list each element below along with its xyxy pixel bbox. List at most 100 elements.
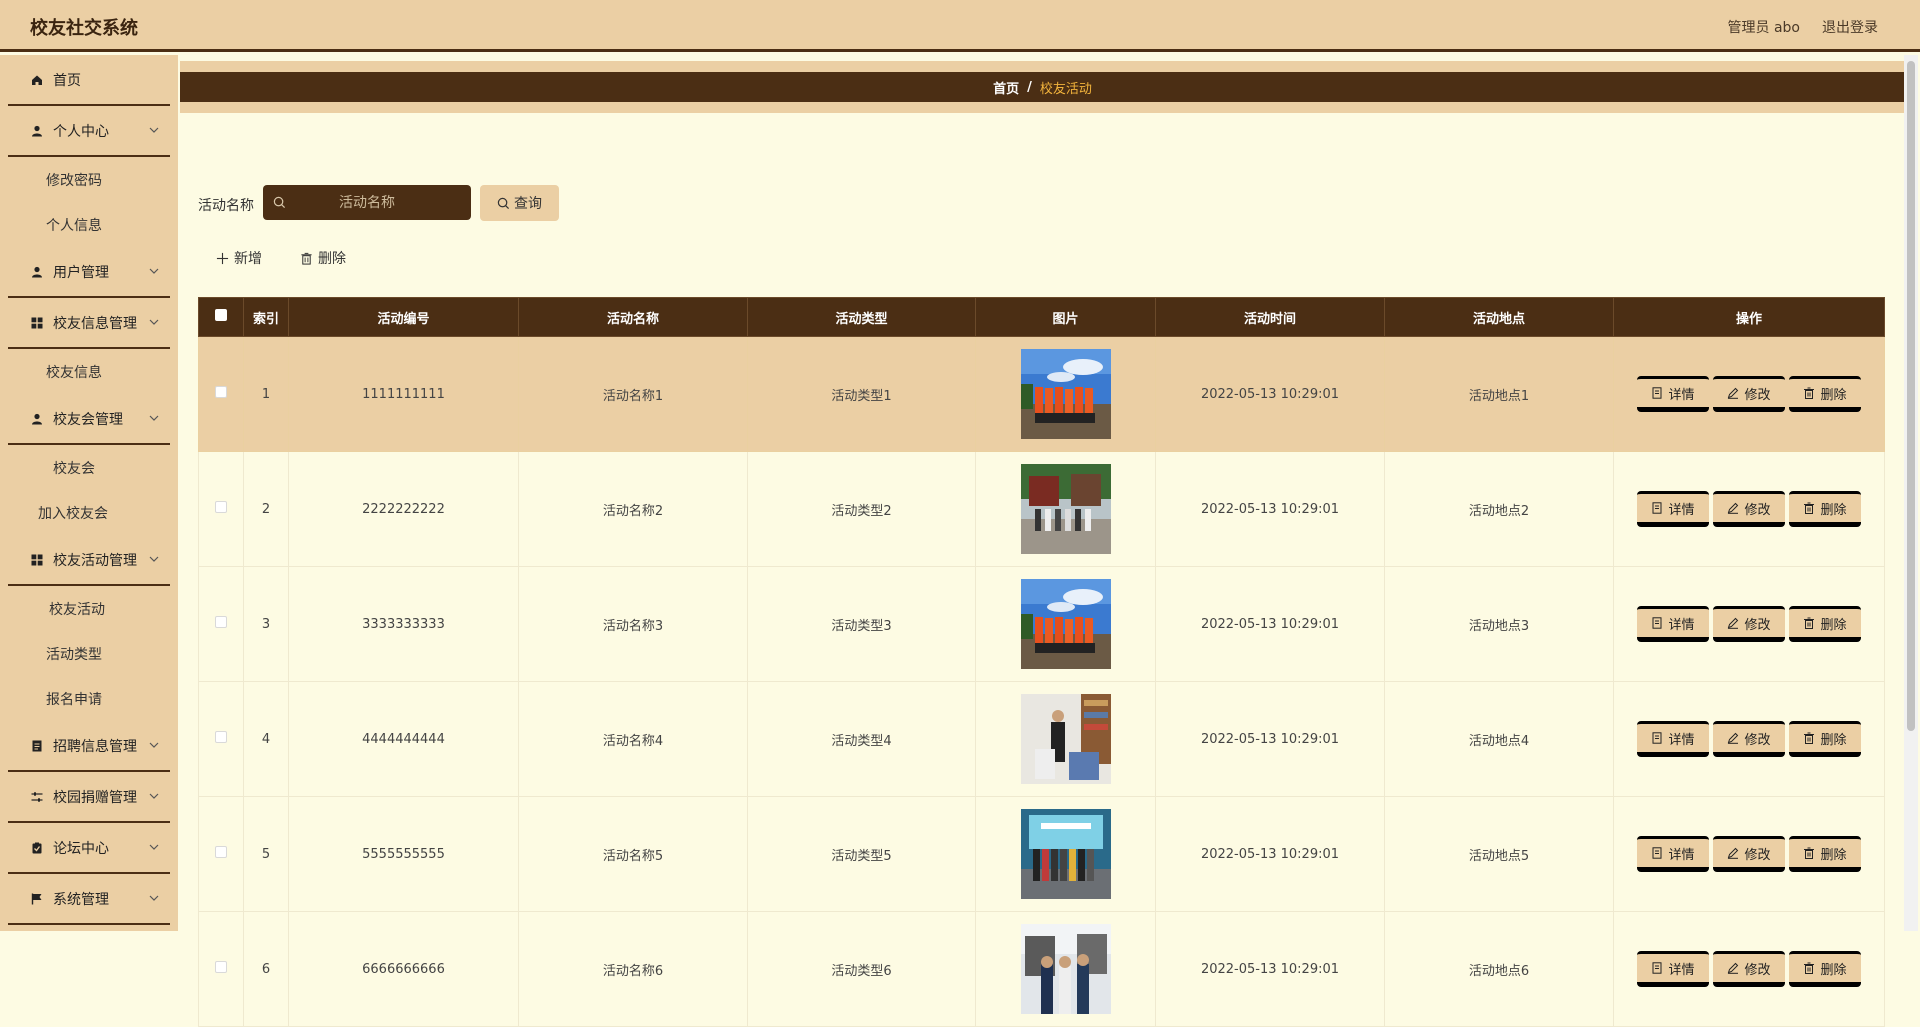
activity-time-cell: 2022-05-13 10:29:01 (1155, 911, 1385, 1027)
activity-photo-cell (975, 451, 1156, 567)
activity-photo[interactable] (1020, 349, 1111, 439)
chevron-down-icon (149, 127, 159, 133)
sidebar-subitem-join-association[interactable]: 加入校友会 (0, 490, 178, 535)
trash-icon (1804, 962, 1815, 974)
sidebar-subitem-alumni-activity[interactable]: 校友活动 (0, 586, 178, 631)
sidebar-item-personal-center[interactable]: 个人中心 (8, 106, 170, 157)
select-all-checkbox[interactable] (215, 309, 227, 321)
batch-delete-button[interactable]: 删除 (300, 248, 346, 268)
edit-icon (1728, 502, 1739, 514)
activity-time-cell: 2022-05-13 10:29:01 (1155, 451, 1385, 567)
edit-button[interactable]: 修改 (1713, 491, 1785, 527)
index-cell: 2 (243, 451, 289, 567)
query-button[interactable]: 查询 (480, 185, 559, 221)
sidebar-subitem-change-password[interactable]: 修改密码 (0, 157, 178, 202)
sidebar-item-user-management[interactable]: 用户管理 (8, 247, 170, 298)
home-icon (30, 73, 44, 87)
vertical-scrollbar[interactable] (1904, 55, 1918, 931)
sidebar-subitem-personal-info[interactable]: 个人信息 (0, 202, 178, 247)
index-cell: 1 (243, 336, 289, 452)
detail-button[interactable]: 详情 (1637, 721, 1709, 757)
admin-username: 管理员 abo (1727, 20, 1800, 36)
delete-button[interactable]: 删除 (1789, 721, 1861, 757)
sidebar-item-home[interactable]: 首页 (8, 55, 170, 106)
row-checkbox[interactable] (215, 731, 227, 743)
sidebar-subitem-activity-type[interactable]: 活动类型 (0, 631, 178, 676)
sidebar-subitem-label: 报名申请 (46, 691, 102, 708)
row-checkbox[interactable] (215, 961, 227, 973)
search-box[interactable] (263, 185, 471, 220)
sidebar-item-alumni-info-management[interactable]: 校友信息管理 (8, 298, 170, 349)
edit-button[interactable]: 修改 (1713, 376, 1785, 412)
sidebar-item-alumni-association-management[interactable]: 校友会管理 (8, 394, 170, 445)
activity-photo[interactable] (1020, 924, 1111, 1014)
detail-button[interactable]: 详情 (1637, 836, 1709, 872)
sidebar-subitem-alumni-info[interactable]: 校友信息 (0, 349, 178, 394)
edit-button[interactable]: 修改 (1713, 951, 1785, 987)
edit-button[interactable]: 修改 (1713, 606, 1785, 642)
activity-photo[interactable] (1020, 694, 1111, 784)
detail-button[interactable]: 详情 (1637, 606, 1709, 642)
grid-icon (30, 553, 44, 567)
sidebar-subitem-alumni-association[interactable]: 校友会 (0, 445, 178, 490)
edit-label: 修改 (1744, 847, 1771, 863)
sidebar-item-label: 用户管理 (53, 264, 109, 281)
activity-type-cell: 活动类型2 (747, 451, 976, 567)
table-row: 4 4444444444 活动名称4 活动类型4 2022-05-13 10:29:01… (198, 681, 1885, 797)
delete-button[interactable]: 删除 (1789, 376, 1861, 412)
sidebar-subitem-label: 校友会 (53, 460, 95, 477)
user-icon (30, 124, 44, 138)
table-row: 6 6666666666 活动名称6 活动类型6 2022-05-13 10:29:01… (198, 911, 1885, 1027)
row-checkbox[interactable] (215, 386, 227, 398)
delete-button[interactable]: 删除 (1789, 836, 1861, 872)
table-row: 3 3333333333 活动名称3 活动类型3 2022-05-13 10:29:01… (198, 566, 1885, 682)
delete-button[interactable]: 删除 (1789, 606, 1861, 642)
row-checkbox[interactable] (215, 501, 227, 513)
delete-button[interactable]: 删除 (1789, 491, 1861, 527)
activity-photo[interactable] (1020, 464, 1111, 554)
activity-code-cell: 5555555555 (288, 796, 519, 912)
activity-name-input[interactable] (263, 185, 471, 220)
flag-icon (30, 892, 44, 906)
detail-button[interactable]: 详情 (1637, 376, 1709, 412)
breadcrumb-home[interactable]: 首页 (993, 78, 1019, 97)
document-icon (30, 739, 44, 753)
sidebar-item-alumni-activity-management[interactable]: 校友活动管理 (8, 535, 170, 586)
row-checkbox[interactable] (215, 616, 227, 628)
activity-type-cell: 活动类型5 (747, 796, 976, 912)
sidebar-subitem-label: 校友活动 (49, 601, 105, 618)
add-button[interactable]: 新增 (216, 248, 262, 268)
delete-button[interactable]: 删除 (1789, 951, 1861, 987)
detail-button[interactable]: 详情 (1637, 491, 1709, 527)
user-icon (30, 265, 44, 279)
detail-label: 详情 (1668, 962, 1695, 978)
chevron-down-icon (149, 415, 159, 421)
table-row: 1 1111111111 活动名称1 活动类型1 2022-05-13 10:29:01… (198, 336, 1885, 452)
sidebar-item-donation-management[interactable]: 校园捐赠管理 (8, 772, 170, 823)
sidebar-item-recruitment-management[interactable]: 招聘信息管理 (8, 721, 170, 772)
edit-button[interactable]: 修改 (1713, 721, 1785, 757)
activity-name-cell: 活动名称4 (518, 681, 748, 797)
activity-place-cell: 活动地点1 (1384, 336, 1614, 452)
scrollbar-thumb[interactable] (1907, 61, 1915, 731)
activity-photo[interactable] (1020, 809, 1111, 899)
delete-label: 删除 (1820, 962, 1847, 978)
row-checkbox[interactable] (215, 846, 227, 858)
activity-photo[interactable] (1020, 579, 1111, 669)
detail-label: 详情 (1668, 617, 1695, 633)
edit-label: 修改 (1744, 387, 1771, 403)
detail-button[interactable]: 详情 (1637, 951, 1709, 987)
breadcrumb-current: 校友活动 (1039, 81, 1092, 97)
column-header: 图片 (975, 297, 1156, 337)
logout-link[interactable]: 退出登录 (1822, 17, 1878, 37)
document-icon (1652, 847, 1662, 859)
sidebar-item-forum-center[interactable]: 论坛中心 (8, 823, 170, 874)
delete-label: 删除 (1820, 617, 1847, 633)
chevron-down-icon (149, 319, 159, 325)
sidebar-item-label: 首页 (53, 72, 81, 89)
sidebar-subitem-registration[interactable]: 报名申请 (0, 676, 178, 721)
edit-button[interactable]: 修改 (1713, 836, 1785, 872)
sidebar-item-system-management[interactable]: 系统管理 (8, 874, 170, 925)
add-button-label: 新增 (234, 251, 262, 267)
plus-icon (216, 252, 229, 264)
